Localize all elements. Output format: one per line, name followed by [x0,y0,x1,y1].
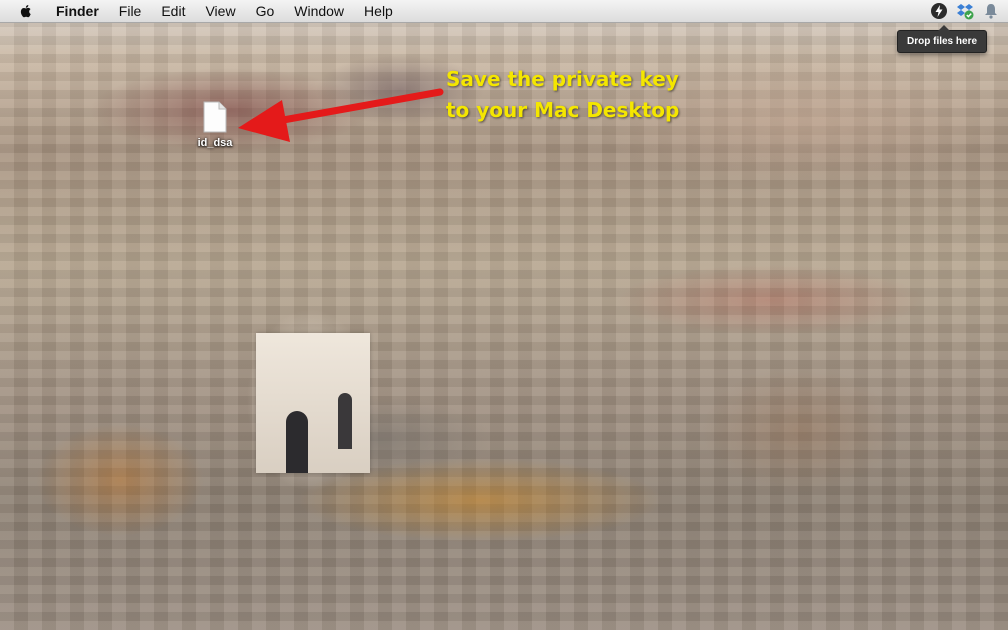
annotation-line-1: Save the private key [446,67,679,91]
status-menu-area [930,2,1000,20]
document-icon [203,101,227,133]
annotation-text: Save the private key to your Mac Desktop [446,64,706,126]
menu-window[interactable]: Window [284,0,354,22]
notification-bell-icon[interactable] [982,2,1000,20]
file-name-label: id_dsa [197,137,233,149]
menu-file[interactable]: File [109,0,152,22]
dropbox-sync-icon[interactable] [956,2,974,20]
menu-go[interactable]: Go [246,0,285,22]
apple-menu-icon[interactable] [18,3,34,19]
menu-view[interactable]: View [195,0,245,22]
lightning-bolt-icon[interactable] [930,2,948,20]
arch-opening [286,411,308,473]
menu-help[interactable]: Help [354,0,403,22]
desktop-file-id-dsa[interactable]: id_dsa [190,101,240,151]
annotation-line-2: to your Mac Desktop [446,98,680,122]
menu-finder[interactable]: Finder [48,0,109,22]
arch-side-opening [338,393,352,449]
red-arrow-icon [238,88,444,142]
drop-files-tooltip: Drop files here [897,25,988,53]
menu-edit[interactable]: Edit [151,0,195,22]
menu-bar: Finder File Edit View Go Window Help [0,0,1008,23]
arc-de-triomphe [256,333,370,473]
